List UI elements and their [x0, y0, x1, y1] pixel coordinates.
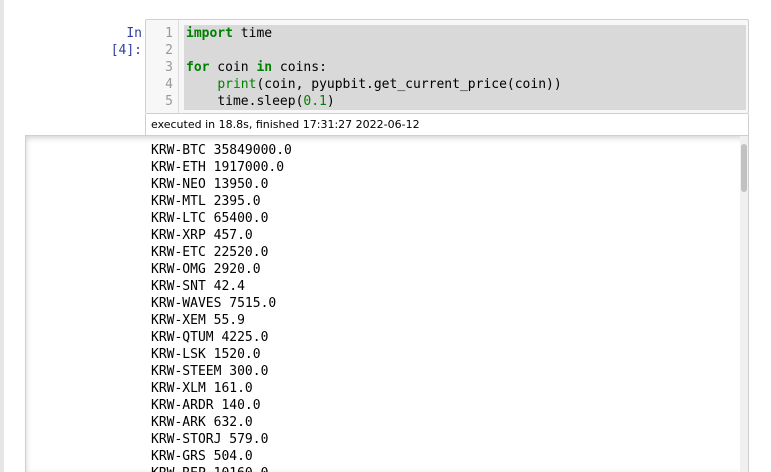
output-line: KRW-ARDR 140.0: [151, 398, 261, 413]
output-line: KRW-STORJ 579.0: [151, 432, 269, 447]
line-number-gutter: 1 2 3 4 5: [146, 20, 179, 113]
code-line-2[interactable]: [184, 42, 746, 59]
output-line: KRW-QTUM 4225.0: [151, 330, 269, 345]
cell-output[interactable]: KRW-BTC 35849000.0 KRW-ETH 1917000.0 KRW-N…: [25, 135, 749, 472]
code-text: coins:: [272, 60, 327, 75]
line-number: 3: [165, 60, 173, 75]
output-line: KRW-NEO 13950.0: [151, 177, 269, 192]
code-line-5[interactable]: time.sleep(0.1): [184, 93, 746, 110]
input-prompt: In [4]:: [110, 26, 142, 58]
output-line: KRW-LSK 1520.0: [151, 347, 261, 362]
output-line: KRW-XRP 457.0: [151, 228, 253, 243]
output-line: KRW-REP 10160.0: [151, 465, 268, 472]
output-line: KRW-GRS 504.0: [151, 449, 253, 464]
line-number: 1: [165, 26, 173, 41]
code-text: coin: [209, 60, 257, 75]
output-line: KRW-ETC 22520.0: [151, 245, 269, 260]
output-line: KRW-XLM 161.0: [151, 381, 253, 396]
output-line: KRW-OMG 2920.0: [151, 262, 261, 277]
line-number: 4: [165, 77, 173, 92]
code-line-1[interactable]: import time: [184, 25, 746, 42]
output-line: KRW-WAVES 7515.0: [151, 296, 277, 311]
output-scrollbar[interactable]: [740, 136, 748, 472]
keyword: in: [256, 60, 273, 75]
line-number: 5: [165, 94, 173, 109]
code-text: time.sleep(: [217, 94, 304, 109]
output-line: KRW-MTL 2395.0: [151, 194, 261, 209]
code-text: (coin, pyupbit.get_current_price(coin)): [256, 77, 562, 92]
output-line: KRW-BTC 35849000.0: [151, 143, 292, 158]
code-cell-input[interactable]: 1 2 3 4 5 import time for coin in coins:…: [145, 19, 749, 114]
scrollbar-thumb[interactable]: [741, 144, 747, 192]
output-line: KRW-STEEM 300.0: [151, 364, 269, 379]
builtin-function: print: [217, 77, 257, 92]
output-line: KRW-ETH 1917000.0: [151, 160, 285, 175]
output-line: KRW-LTC 65400.0: [151, 211, 269, 226]
keyword: import: [186, 26, 233, 41]
code-line-4[interactable]: print(coin, pyupbit.get_current_price(co…: [184, 76, 746, 93]
line-number: 2: [165, 43, 173, 58]
output-line: KRW-ARK 632.0: [151, 415, 253, 430]
output-line: KRW-SNT 42.4: [151, 279, 245, 294]
left-border: [0, 0, 4, 472]
code-line-3[interactable]: for coin in coins:: [184, 59, 746, 76]
code-text: ): [326, 94, 335, 109]
execution-info: executed in 18.8s, finished 17:31:27 202…: [145, 114, 749, 135]
code-text: time: [232, 26, 273, 41]
output-line: KRW-XEM 55.9: [151, 313, 245, 328]
keyword: for: [186, 60, 210, 75]
number-literal: 0.1: [303, 94, 327, 109]
